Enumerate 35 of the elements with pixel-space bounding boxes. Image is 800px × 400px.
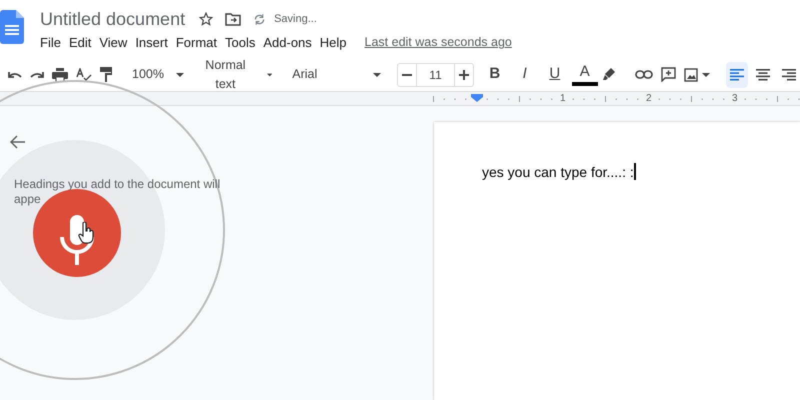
ruler-number: 3 (732, 92, 738, 106)
bold-button[interactable]: B (482, 62, 508, 88)
star-icon[interactable] (199, 12, 214, 26)
document-title[interactable]: Untitled document (40, 8, 186, 30)
zoom-dropdown[interactable]: 100% (128, 62, 188, 88)
caret-icon (373, 72, 382, 76)
caret-icon (266, 72, 272, 76)
folder-icon[interactable] (225, 12, 242, 26)
menu-item[interactable]: Format (172, 33, 221, 52)
underline-button[interactable]: U (542, 62, 568, 88)
style-dropdown[interactable]: Normal text (200, 62, 276, 88)
back-arrow-icon[interactable] (10, 135, 26, 149)
menu-item[interactable]: Edit (64, 33, 96, 52)
docs-logo-icon[interactable] (0, 10, 24, 44)
sync-icon (253, 12, 266, 26)
font-dropdown[interactable]: Arial (288, 62, 386, 88)
indent-marker-icon[interactable] (471, 94, 483, 102)
outline-hint: Headings you add to the document will appe (14, 177, 222, 207)
caret-icon (176, 72, 184, 76)
text-color-button[interactable]: A (572, 62, 598, 86)
italic-button[interactable]: I (512, 62, 538, 88)
menu-item[interactable]: Help (316, 33, 351, 52)
ruler-number: 2 (646, 92, 652, 106)
last-edit-link[interactable]: Last edit was seconds ago (364, 33, 512, 52)
menu-item[interactable]: Add-ons (259, 33, 316, 52)
ruler-number: 1 (560, 92, 566, 106)
text-cursor (634, 163, 636, 180)
menu-item[interactable]: Tools (221, 33, 260, 52)
menu-item[interactable]: Insert (131, 33, 172, 52)
hand-cursor-icon (78, 222, 94, 244)
menu-item[interactable]: File (36, 33, 65, 52)
save-status: Saving... (274, 12, 317, 27)
menu-item[interactable]: View (95, 33, 132, 52)
align-left-icon[interactable] (726, 62, 748, 88)
document-text[interactable]: yes you can type for....: : (482, 164, 634, 180)
